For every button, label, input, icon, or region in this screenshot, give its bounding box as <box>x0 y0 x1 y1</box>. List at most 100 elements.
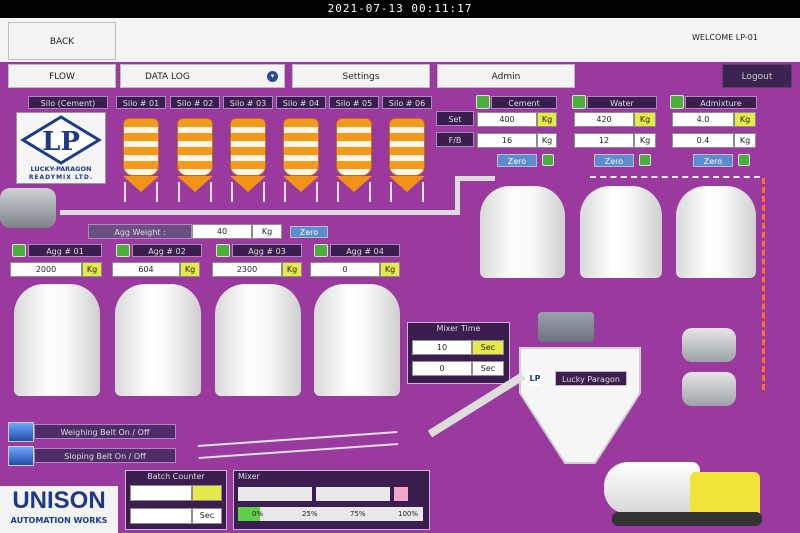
admixture-set-unit: Kg <box>734 112 756 127</box>
silo-05-label: Silo # 05 <box>329 96 379 109</box>
agg-01-field[interactable]: 2000 <box>10 262 82 277</box>
agg-01-indicator <box>12 244 26 257</box>
riser-pipe <box>455 178 460 215</box>
agg-01-tank[interactable] <box>14 284 100 396</box>
batch-counter-sec-unit: Sec <box>192 508 222 524</box>
cement-feed-pipe <box>455 176 495 181</box>
agg-02-title: Agg # 02 <box>132 244 202 257</box>
agg-04-field[interactable]: 0 <box>310 262 380 277</box>
silo-04-label: Silo # 04 <box>276 96 326 109</box>
admixture-set-field[interactable]: 4.0 <box>672 112 734 127</box>
admixture-indicator <box>670 95 684 109</box>
agg-02-unit: Kg <box>180 262 200 277</box>
batch-counter-field <box>130 485 192 501</box>
brand-tagline: AUTOMATION WORKS <box>10 516 108 525</box>
agg-weight-label: Agg Weight : <box>88 224 192 239</box>
admixture-zero-button[interactable]: Zero <box>693 154 733 167</box>
admixture-fb-field: 0.4 <box>672 133 734 148</box>
silo-collector-pipe <box>60 210 455 215</box>
cement-fb-unit: Kg <box>537 133 557 148</box>
tick-0: 0% <box>252 510 264 518</box>
weighing-belt-button[interactable]: Weighing Belt On / Off <box>34 424 176 439</box>
water-zero-button[interactable]: Zero <box>594 154 634 167</box>
weighing-belt <box>197 431 399 459</box>
mixer-logo-icon: LP <box>528 372 542 386</box>
agg-02-field[interactable]: 604 <box>112 262 180 277</box>
mixer-time-unit-1: Sec <box>472 340 504 355</box>
batch-counter-unit-box <box>192 485 222 501</box>
agg-04-tank[interactable] <box>314 284 400 396</box>
back-button[interactable]: BACK <box>8 22 116 60</box>
settings-tab[interactable]: Settings <box>292 64 430 88</box>
silo-06-label: Silo # 06 <box>382 96 432 109</box>
cement-hopper[interactable] <box>480 186 565 278</box>
agg-02-tank[interactable] <box>115 284 201 396</box>
logo-line2: READYMIX LTD. <box>28 174 94 181</box>
admixture-pipe <box>762 178 765 390</box>
mixer-bar-a <box>238 487 312 501</box>
unison-brand: UNISON AUTOMATION WORKS <box>0 486 118 533</box>
agg-weight-field: 40 <box>192 224 252 239</box>
batch-counter-time-field <box>130 508 192 524</box>
batch-counter-panel: Batch Counter Sec <box>125 470 227 530</box>
agg-03-unit: Kg <box>282 262 302 277</box>
water-line <box>590 176 760 181</box>
mixer-progress-panel: Mixer 0% 25% 75% 100% <box>233 470 430 530</box>
cement-set-field[interactable]: 400 <box>477 112 537 127</box>
svg-text:LP: LP <box>42 127 80 157</box>
fb-label: F/B <box>436 132 474 147</box>
weighing-belt-toggle-icon[interactable] <box>8 422 34 442</box>
agg-01-title: Agg # 01 <box>28 244 102 257</box>
water-fb-unit: Kg <box>634 133 656 148</box>
cement-fb-field: 16 <box>477 133 537 148</box>
sloping-belt-button[interactable]: Sloping Belt On / Off <box>34 448 176 463</box>
agg-03-indicator <box>216 244 230 257</box>
tick-25: 25% <box>302 510 318 518</box>
mixer-bar-c <box>394 487 408 501</box>
agg-weight-unit: Kg <box>252 224 282 239</box>
water-indicator <box>572 95 586 109</box>
agg-01-unit: Kg <box>82 262 102 277</box>
motor-icon-3 <box>682 372 736 406</box>
water-zero-indicator <box>639 154 651 166</box>
agg-zero-button[interactable]: Zero <box>290 226 328 238</box>
mixer-time-panel: Mixer Time 10 Sec 0 Sec <box>407 322 510 384</box>
admixture-zero-indicator <box>738 154 750 166</box>
silo-02-label: Silo # 02 <box>170 96 220 109</box>
truck-chassis <box>612 512 762 526</box>
batch-counter-title: Batch Counter <box>147 472 205 481</box>
admin-tab[interactable]: Admin <box>437 64 575 88</box>
sloping-belt-toggle-icon[interactable] <box>8 446 34 466</box>
mixer-name-label: Lucky Paragon <box>555 371 627 386</box>
agg-04-unit: Kg <box>380 262 400 277</box>
admixture-hopper[interactable] <box>676 186 756 278</box>
agg-03-field[interactable]: 2300 <box>212 262 282 277</box>
welcome-text: WELCOME LP-01 <box>692 33 758 42</box>
mixer-time-unit-2: Sec <box>472 361 504 376</box>
water-title: Water <box>587 96 657 109</box>
agg-03-tank[interactable] <box>215 284 301 396</box>
data-log-dropdown[interactable]: DATA LOG ▾ <box>120 64 285 88</box>
mixer-progress-track: 0% 25% 75% 100% <box>238 507 423 521</box>
logout-button[interactable]: Logout <box>722 64 792 88</box>
agg-02-indicator <box>116 244 130 257</box>
motor-icon <box>0 188 56 228</box>
water-set-field[interactable]: 420 <box>574 112 634 127</box>
mixer-progress-title: Mixer <box>238 472 260 481</box>
mixer-time-field-1[interactable]: 10 <box>412 340 472 355</box>
mixer-bar-b <box>316 487 390 501</box>
set-label: Set <box>436 111 474 126</box>
cement-zero-indicator <box>542 154 554 166</box>
lucky-paragon-logo-icon: LP <box>20 115 102 165</box>
mixer-truck-drum <box>604 462 700 514</box>
cement-title: Cement <box>491 96 557 109</box>
datetime-display: 2021-07-13 00:11:17 <box>0 0 800 18</box>
water-hopper[interactable] <box>580 186 662 278</box>
agg-04-indicator <box>314 244 328 257</box>
tick-100: 100% <box>398 510 419 518</box>
mixer-vessel[interactable] <box>510 338 650 468</box>
flow-tab[interactable]: FLOW <box>8 64 116 88</box>
cement-zero-button[interactable]: Zero <box>497 154 537 167</box>
admixture-fb-unit: Kg <box>734 133 756 148</box>
agg-03-title: Agg # 03 <box>232 244 302 257</box>
